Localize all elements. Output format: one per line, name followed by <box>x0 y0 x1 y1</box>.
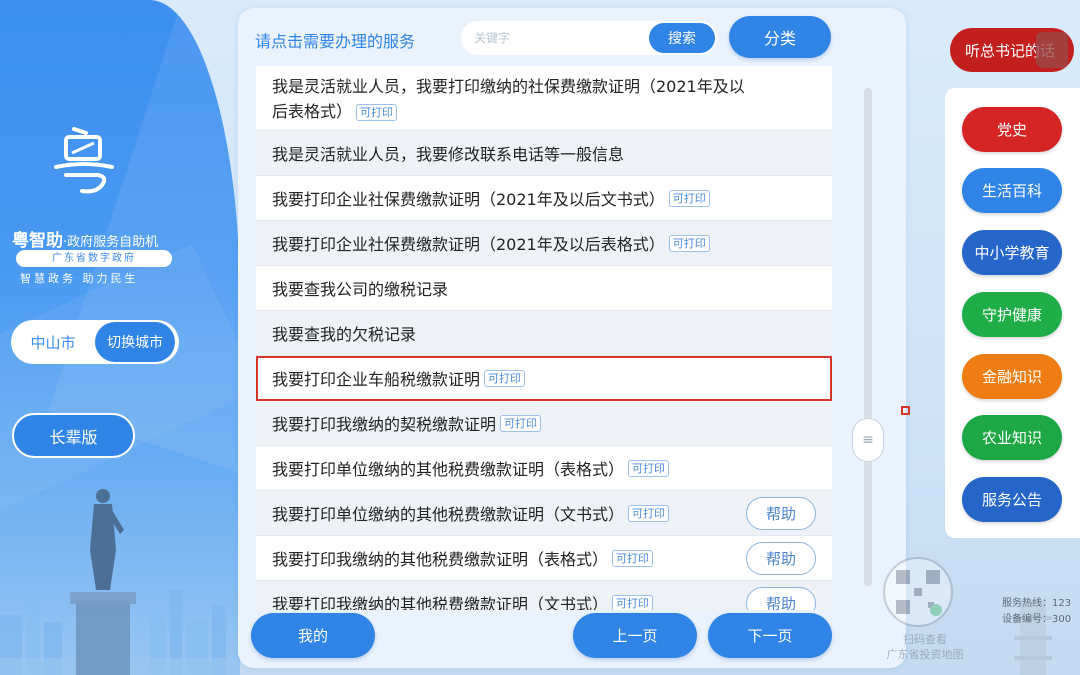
service-item[interactable]: 我要查我公司的缴税记录 <box>256 266 832 311</box>
help-button[interactable]: 帮助 <box>746 542 816 575</box>
brand-tag: 广东省数字政府 <box>16 250 172 267</box>
agriculture-knowledge-label: 农业知识 <box>981 429 1042 447</box>
printable-badge: 可打印 <box>612 594 654 610</box>
service-notice-button[interactable]: 服务公告 <box>962 477 1062 522</box>
service-item-label: 我要打印我缴纳的其他税费缴款证明（文书式） <box>272 595 609 610</box>
search-input[interactable] <box>461 31 649 45</box>
qr-caption-line: 广东省投资地图 <box>886 648 964 661</box>
current-city: 中山市 <box>30 333 76 352</box>
qr-code-icon <box>883 557 953 627</box>
service-item-label: 我是灵活就业人员，我要打印缴纳的社保费缴款证明（2021年及以 <box>272 77 745 96</box>
page-prompt: 请点击需要办理的服务 <box>255 32 416 51</box>
service-item[interactable]: 我是灵活就业人员，我要打印缴纳的社保费缴款证明（2021年及以 后表格式） 可打印 <box>256 66 832 131</box>
next-page-button[interactable]: 下一页 <box>708 613 832 658</box>
service-item[interactable]: 我要打印企业社保费缴款证明（2021年及以后表格式） 可打印 <box>256 221 832 266</box>
portrait-thumbnail <box>1036 32 1068 68</box>
service-notice-label: 服务公告 <box>981 491 1042 509</box>
service-item-selected[interactable]: 我要打印企业车船税缴款证明 可打印 <box>256 356 832 401</box>
party-history-button[interactable]: 党史 <box>962 107 1062 152</box>
mine-button[interactable]: 我的 <box>251 613 375 658</box>
service-item-label: 我要打印我缴纳的契税缴款证明 <box>272 415 497 434</box>
party-history-label: 党史 <box>996 121 1027 139</box>
yuezhizhu-logo-icon <box>54 127 114 194</box>
printable-badge: 可打印 <box>668 189 710 207</box>
life-encyclopedia-label: 生活百科 <box>981 182 1042 200</box>
drag-handle-icon: ≡ <box>862 432 874 448</box>
service-item[interactable]: 我要打印我缴纳的其他税费缴款证明（文书式） 可打印 帮助 <box>256 581 832 610</box>
printable-badge: 可打印 <box>668 234 710 252</box>
switch-city-button[interactable]: 切换城市 <box>95 322 175 362</box>
scrollbar-handle[interactable]: ≡ <box>852 418 884 462</box>
school-education-button[interactable]: 中小学教育 <box>962 230 1062 275</box>
city-selector: 中山市 切换城市 <box>11 320 179 364</box>
qr-caption-line: 扫码查看 <box>903 633 947 646</box>
brand-name: 粤智助 <box>12 231 63 251</box>
prev-page-button[interactable]: 上一页 <box>573 613 697 658</box>
service-item[interactable]: 我要打印我缴纳的契税缴款证明 可打印 <box>256 401 832 446</box>
service-item[interactable]: 我要打印我缴纳的其他税费缴款证明（表格式） 可打印 帮助 <box>256 536 832 581</box>
hotline-label: 服务热线： <box>1002 598 1052 609</box>
printable-badge: 可打印 <box>612 549 654 567</box>
service-item[interactable]: 我要打印单位缴纳的其他税费缴款证明（文书式） 可打印 帮助 <box>256 491 832 536</box>
service-info: 服务热线：123 设备编号：300 <box>1002 596 1071 628</box>
hotline-value: 123 <box>1052 598 1072 609</box>
agriculture-knowledge-button[interactable]: 农业知识 <box>962 415 1062 460</box>
printable-badge: 可打印 <box>628 504 670 522</box>
service-item-label: 我要打印单位缴纳的其他税费缴款证明（文书式） <box>272 505 625 524</box>
category-button[interactable]: 分类 <box>729 16 831 58</box>
service-item-label: 我要查我公司的缴税记录 <box>272 280 449 299</box>
health-label: 守护健康 <box>981 306 1042 324</box>
help-button[interactable]: 帮助 <box>746 587 816 610</box>
printable-badge: 可打印 <box>356 104 398 121</box>
service-item-label: 我要打印单位缴纳的其他税费缴款证明（表格式） <box>272 460 625 479</box>
service-item-label: 我要打印企业社保费缴款证明（2021年及以后表格式） <box>272 235 665 254</box>
service-item-label: 我要查我的欠税记录 <box>272 325 417 344</box>
red-marker-icon <box>901 406 910 415</box>
health-button[interactable]: 守护健康 <box>962 292 1062 337</box>
scrollbar-track[interactable] <box>864 88 872 586</box>
finance-knowledge-button[interactable]: 金融知识 <box>962 354 1062 399</box>
printable-badge: 可打印 <box>500 414 542 432</box>
statue-image <box>70 489 136 675</box>
brand-slogan: 智慧政务 助力民生 <box>20 272 139 285</box>
search-bar: 搜索 <box>461 21 717 55</box>
school-education-label: 中小学教育 <box>974 244 1050 262</box>
finance-knowledge-label: 金融知识 <box>981 368 1042 386</box>
service-item-label: 我要打印企业车船税缴款证明 <box>272 370 481 389</box>
service-item-label: 我是灵活就业人员，我要修改联系电话等一般信息 <box>272 145 625 164</box>
search-button[interactable]: 搜索 <box>649 23 715 53</box>
service-item-label: 我要打印企业社保费缴款证明（2021年及以后文书式） <box>272 190 665 209</box>
service-item-label: 我要打印我缴纳的其他税费缴款证明（表格式） <box>272 550 609 569</box>
service-item[interactable]: 我要打印单位缴纳的其他税费缴款证明（表格式） 可打印 <box>256 446 832 491</box>
brand-title: 粤智助·政府服务自助机 <box>12 226 158 251</box>
service-item[interactable]: 我要打印企业社保费缴款证明（2021年及以后文书式） 可打印 <box>256 176 832 221</box>
device-id-value: 300 <box>1052 614 1072 625</box>
service-list: 我是灵活就业人员，我要打印缴纳的社保费缴款证明（2021年及以 后表格式） 可打印… <box>256 66 832 610</box>
qr-caption: 扫码查看 广东省投资地图 <box>870 632 980 662</box>
life-encyclopedia-button[interactable]: 生活百科 <box>962 168 1062 213</box>
service-item[interactable]: 我是灵活就业人员，我要修改联系电话等一般信息 <box>256 131 832 176</box>
printable-badge: 可打印 <box>628 459 670 477</box>
printable-badge: 可打印 <box>484 369 526 387</box>
elder-mode-button[interactable]: 长辈版 <box>12 413 135 458</box>
help-button[interactable]: 帮助 <box>746 497 816 530</box>
brand-subtitle: ·政府服务自助机 <box>63 235 159 250</box>
service-item[interactable]: 我要查我的欠税记录 <box>256 311 832 356</box>
listen-to-secretary-button[interactable]: 听总书记的话 <box>950 28 1074 72</box>
service-item-label: 后表格式） <box>272 102 353 121</box>
device-id-label: 设备编号： <box>1002 614 1052 625</box>
